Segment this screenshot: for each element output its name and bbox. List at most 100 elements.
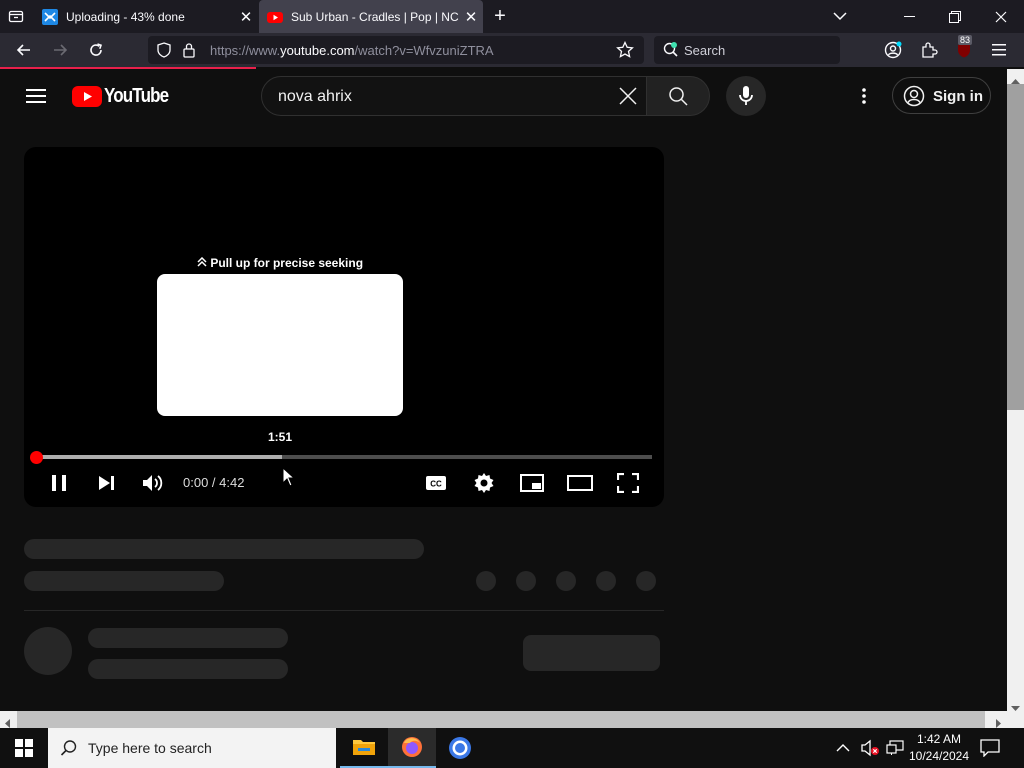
restore-window-icon[interactable] [932,0,978,33]
firefox-icon [402,737,422,757]
url-text: https://www.youtube.com/watch?v=WfvzuniZ… [210,43,494,58]
vertical-scrollbar-thumb[interactable] [1007,84,1024,410]
account-icon[interactable] [879,33,907,67]
action-skeleton-dot [516,571,536,591]
fullscreen-button[interactable] [614,467,642,499]
mouse-cursor-icon [282,466,296,492]
sign-in-button[interactable]: Sign in [892,77,991,114]
youtube-page: YouTube nova ahrix Sign in Pull up for p… [0,69,1007,711]
voice-search-button[interactable] [726,76,766,116]
sign-in-label: Sign in [933,88,983,105]
settings-more-icon[interactable] [852,84,876,108]
next-video-button[interactable] [92,467,122,499]
progress-bar[interactable] [36,455,652,459]
fullscreen-icon [617,473,639,493]
seek-preview-time: 1:51 [267,430,293,444]
tab-uploading[interactable]: Uploading - 43% done ✕ [34,0,258,33]
lock-icon[interactable] [182,42,196,63]
start-button[interactable] [0,728,48,768]
action-skeleton-dot [476,571,496,591]
notification-center-icon[interactable] [980,739,1000,762]
mute-button[interactable] [138,467,168,499]
browser-tab-bar: Uploading - 43% done ✕ Sub Urban - Cradl… [0,0,1024,33]
taskbar-search-placeholder: Type here to search [88,740,212,756]
pause-button[interactable] [44,467,74,499]
progress-scrubber-handle[interactable] [30,451,43,464]
network-icon[interactable] [886,740,904,761]
tab-close-icon[interactable]: ✕ [459,8,483,26]
new-tab-icon[interactable]: + [486,2,514,30]
divider [24,610,664,611]
browser-nav-bar: https://www.youtube.com/watch?v=WfvzuniZ… [0,33,1024,67]
close-window-icon[interactable] [978,0,1024,33]
subtitles-button[interactable]: CC [422,467,450,499]
skip-next-icon [99,476,114,490]
show-hidden-icons-chevron-icon[interactable] [836,740,850,758]
guide-menu-icon[interactable] [20,81,52,111]
horizontal-scrollbar-thumb[interactable] [17,711,985,728]
search-icon [60,739,78,760]
settings-button[interactable] [470,467,498,499]
youtube-logo[interactable]: YouTube [72,84,180,108]
taskbar-search-box[interactable]: Type here to search [48,728,336,768]
youtube-favicon-icon [267,9,283,25]
subscribe-button-skeleton [523,635,660,671]
seek-hint: Pull up for precise seeking [24,256,536,270]
tracking-shield-icon[interactable] [156,42,172,63]
file-explorer-taskbar-button[interactable] [340,728,388,768]
tab-close-icon[interactable]: ✕ [234,8,258,26]
upload-favicon-icon [42,8,58,25]
clear-search-icon[interactable] [618,86,638,111]
taskbar-clock[interactable]: 1:42 AM 10/24/2024 [908,731,970,765]
tab-overview-icon[interactable] [2,2,30,30]
youtube-play-logo-icon [72,85,102,107]
theater-mode-button[interactable] [566,467,594,499]
video-player[interactable]: Pull up for precise seeking 1:51 0:00 / … [24,147,664,507]
youtube-header: YouTube nova ahrix Sign in [0,69,1007,123]
forward-arrow-icon[interactable] [46,33,74,67]
action-skeleton-dot [556,571,576,591]
miniplayer-button[interactable] [518,467,546,499]
reload-icon[interactable] [82,33,110,67]
progress-hover-fill [36,455,283,459]
chrome-taskbar-button[interactable] [436,728,484,768]
youtube-search-input[interactable]: nova ahrix [261,76,647,116]
gear-icon [474,473,494,493]
windows-taskbar: Type here to search 1:42 AM 10/24/2024 [0,728,1024,768]
channel-name-skeleton [88,628,288,648]
youtube-logo-text: YouTube [104,84,169,107]
action-skeleton-dot [596,571,616,591]
back-arrow-icon[interactable] [10,33,38,67]
theater-mode-icon [567,475,593,491]
search-engine-icon [662,41,680,64]
url-bar[interactable]: https://www.youtube.com/watch?v=WfvzuniZ… [148,36,644,64]
app-menu-icon[interactable] [986,33,1014,67]
microphone-icon [738,85,754,112]
extensions-puzzle-icon[interactable] [915,33,943,67]
youtube-search-button[interactable] [646,76,710,116]
search-icon [668,86,688,111]
user-circle-icon [903,85,925,111]
channel-avatar-skeleton [24,627,72,675]
windows-logo-icon [15,739,33,757]
clock-time: 1:42 AM [916,732,962,746]
tab-youtube-active[interactable]: Sub Urban - Cradles | Pop | NCS ✕ [259,0,483,33]
firefox-taskbar-button[interactable] [388,728,436,768]
minimize-window-icon[interactable] [886,0,932,33]
browser-search-placeholder: Search [684,43,726,58]
pause-icon [52,475,66,491]
bookmark-star-icon[interactable] [616,40,634,64]
volume-icon [143,475,163,491]
browser-search-bar[interactable]: Search [654,36,840,64]
action-skeleton-dot [636,571,656,591]
tab-title: Uploading - 43% done [66,9,185,24]
channel-subs-skeleton [88,659,288,679]
svg-text:CC: CC [430,480,442,489]
folder-icon [353,740,375,755]
volume-muted-icon[interactable] [861,739,881,762]
time-display: 0:00 / 4:42 [183,475,245,490]
list-all-tabs-icon[interactable] [826,2,854,30]
extension-badge-count: 83 [958,35,973,45]
clock-date: 10/24/2024 [908,749,970,763]
chrome-icon [449,737,471,759]
